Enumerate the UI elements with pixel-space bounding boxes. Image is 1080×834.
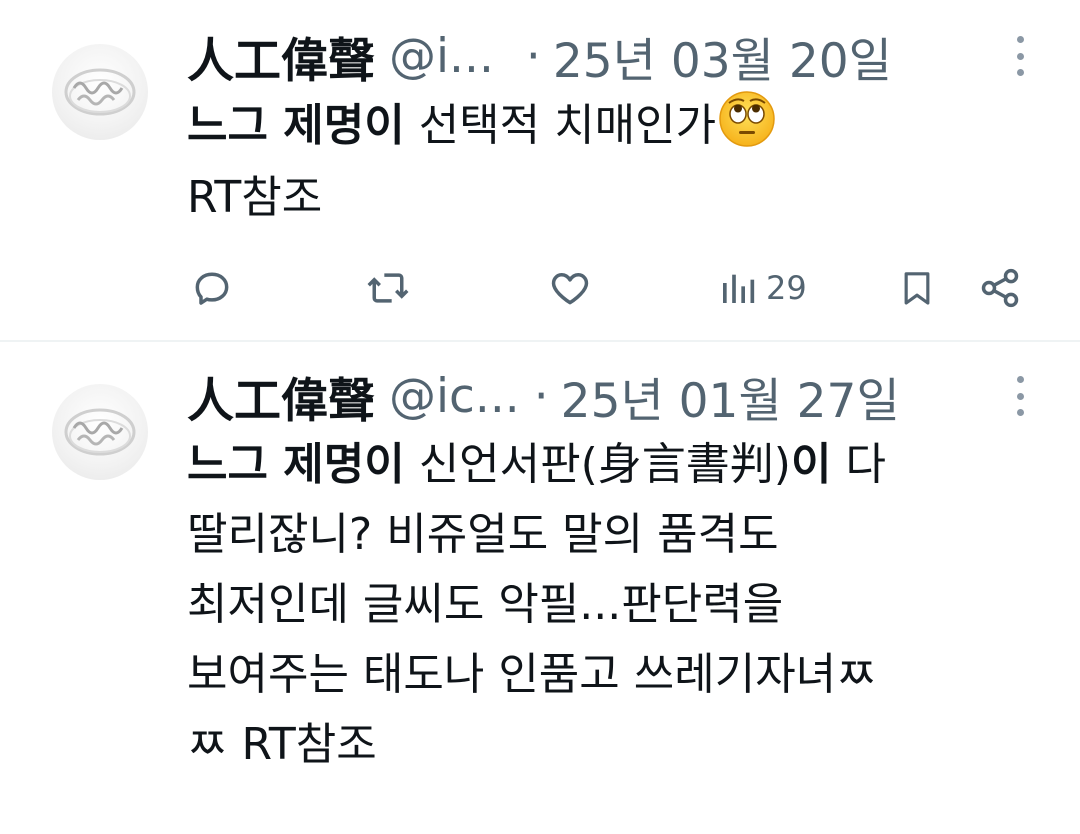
tweet-text-part: 다 (831, 439, 886, 490)
tweet-text-bold: 이 (790, 439, 832, 490)
like-button[interactable] (548, 262, 592, 314)
tweet-header: 人工偉聲 @i... · 25년 03월 20일 (187, 26, 892, 89)
tweet-text-bold: 느그 제명이 (187, 100, 405, 151)
separator-dot: · (525, 28, 541, 84)
tweet-text-line: ㅉ RT참조 (187, 719, 377, 770)
share-button[interactable] (978, 262, 1022, 314)
like-icon (551, 273, 589, 305)
author-handle[interactable]: @ic... (389, 369, 520, 424)
reply-icon (195, 272, 229, 305)
share-icon (981, 268, 1019, 308)
tweet[interactable]: 人工偉聲 @i... · 25년 03월 20일 느그 제명이 선택적 치매인가… (0, 0, 1080, 340)
ring-logo-icon (64, 68, 136, 116)
bookmark-icon (904, 272, 930, 305)
bookmark-button[interactable] (897, 262, 937, 314)
tweet-date[interactable]: 25년 01월 27일 (561, 362, 900, 431)
tweet[interactable]: 人工偉聲 @ic... · 25년 01월 27일 느그 제명이 신언서판(身言… (0, 340, 1080, 834)
reply-button[interactable] (190, 262, 234, 314)
avatar[interactable] (52, 384, 148, 480)
rolling-eyes-emoji-icon (718, 90, 776, 166)
tweet-text-line: 딸리잖니? 비쥬얼도 말의 품격도 (187, 509, 779, 560)
tweet-text-line: RT참조 (187, 172, 323, 223)
tweet-text: 느그 제명이 신언서판(身言書判)이 다 딸리잖니? 비쥬얼도 말의 품격도 최… (187, 430, 1047, 780)
more-options-icon[interactable] (1008, 36, 1032, 76)
tweet-text-bold: 느그 제명이 (187, 439, 405, 490)
separator-dot: · (533, 368, 549, 424)
avatar[interactable] (52, 44, 148, 140)
retweet-icon (367, 273, 409, 303)
tweet-text-line: 최저인데 글씨도 악필...판단력을 (187, 579, 784, 630)
tweet-date[interactable]: 25년 03월 20일 (553, 22, 892, 91)
author-name[interactable]: 人工偉聲 (187, 362, 375, 431)
author-handle[interactable]: @i... (389, 29, 494, 84)
views-count: 29 (766, 269, 807, 307)
retweet-button[interactable] (365, 262, 411, 314)
tweet-text-line: 보여주는 태도나 인품고 쓰레기자녀ㅉ (187, 649, 877, 700)
views-button[interactable]: 29 (718, 262, 807, 314)
tweet-text-part: 선택적 치매인가 (404, 100, 717, 151)
author-name[interactable]: 人工偉聲 (187, 22, 375, 91)
tweet-text: 느그 제명이 선택적 치매인가 RT참조 (187, 90, 1047, 230)
action-bar: 29 (0, 262, 1080, 314)
tweet-header: 人工偉聲 @ic... · 25년 01월 27일 (187, 366, 900, 429)
more-options-icon[interactable] (1008, 376, 1032, 416)
tweet-text-part: 신언서판(身言書判) (404, 439, 791, 490)
views-icon (723, 274, 755, 303)
ring-logo-icon (64, 408, 136, 456)
